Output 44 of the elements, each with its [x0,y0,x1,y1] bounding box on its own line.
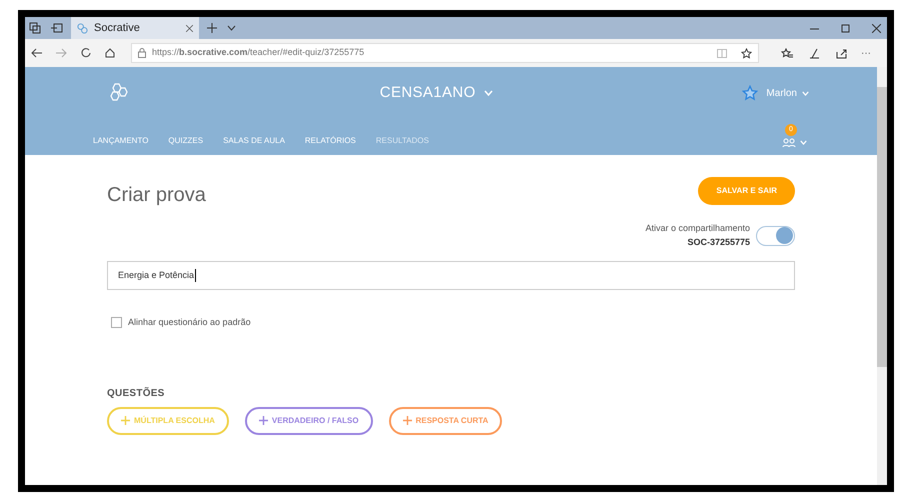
save-button[interactable]: SALVAR E SAIR [698,177,795,205]
plus-icon [258,416,268,425]
add-question-button[interactable]: MÚLTIPLA ESCOLHA [107,406,229,434]
lock-icon [138,48,146,58]
favorites-icon[interactable] [781,48,793,58]
class-selector[interactable]: CENSA1ANO [380,82,493,104]
scrollbar[interactable] [877,67,887,485]
checkbox-label: Alinhar questionário ao padrão [128,316,251,329]
sharing-toggle[interactable] [756,226,795,246]
tab-title: Socrative [94,20,141,36]
home-icon[interactable] [105,48,115,58]
refresh-icon[interactable] [81,48,91,58]
nav-link[interactable]: RELATÓRIOS [304,135,356,147]
quiz-name-field[interactable]: Energia e Potência [107,261,795,290]
close-icon[interactable] [872,24,881,32]
page-title: Criar prova [107,183,206,208]
maximize-icon[interactable] [841,24,850,32]
star-icon[interactable] [741,48,752,58]
address-bar[interactable]: https://b.socrative.com/teacher/#edit-quiz/37255775 [131,43,759,63]
user-menu[interactable]: Marlon [766,86,809,100]
checkbox[interactable] [111,317,122,328]
plus-icon [121,416,130,425]
add-question-button[interactable]: RESPOSTA CURTA [388,406,502,434]
nav-link[interactable]: LANÇAMENTO [93,135,148,147]
add-question-button[interactable]: VERDADEIRO / FALSO [244,406,373,434]
sharing-label: Ativar o compartilhamento [645,222,750,235]
section-heading: QUESTÕES [107,386,166,400]
new-tab-icon[interactable] [207,23,217,33]
tabs-icon[interactable] [29,22,41,34]
sharing-code: SOC-37255775 [687,236,750,248]
plus-icon [402,416,412,425]
chevron-down-icon [802,90,809,96]
chevron-down-icon [484,90,493,96]
back-arrow-icon[interactable] [31,48,42,58]
nav-link[interactable]: SALAS DE AULA [223,135,285,147]
tab-aside-icon[interactable] [51,22,63,34]
more-menu[interactable]: ··· [861,46,871,60]
nav-link[interactable]: QUIZZES [168,135,204,147]
url-text: https://b.socrative.com/teacher/#edit-quiz/37255775 [152,46,364,60]
chevron-down-icon[interactable] [227,25,236,31]
share-icon[interactable] [836,48,847,58]
star-icon [742,85,758,101]
close-icon[interactable] [186,24,193,32]
browser-tab[interactable]: Socrative [71,17,199,39]
